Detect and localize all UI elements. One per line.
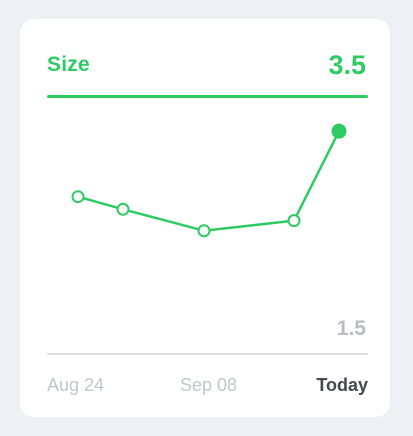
data-point[interactable] — [331, 123, 347, 139]
x-label-aug-24: Aug 24 — [47, 375, 105, 395]
data-point[interactable] — [287, 214, 301, 228]
min-value: 1.5 — [336, 317, 366, 340]
x-label-today: Today — [316, 375, 368, 395]
series-line — [77, 130, 341, 232]
line-chart — [71, 123, 347, 238]
x-label-sep-08: Sep 08 — [180, 375, 238, 395]
data-point[interactable] — [116, 202, 130, 216]
metric-card: Size 3.5 1.5 Aug 24 Sep 08 Today — [20, 19, 390, 417]
data-point[interactable] — [71, 190, 85, 204]
data-point[interactable] — [197, 224, 211, 238]
baseline-divider — [47, 353, 368, 355]
